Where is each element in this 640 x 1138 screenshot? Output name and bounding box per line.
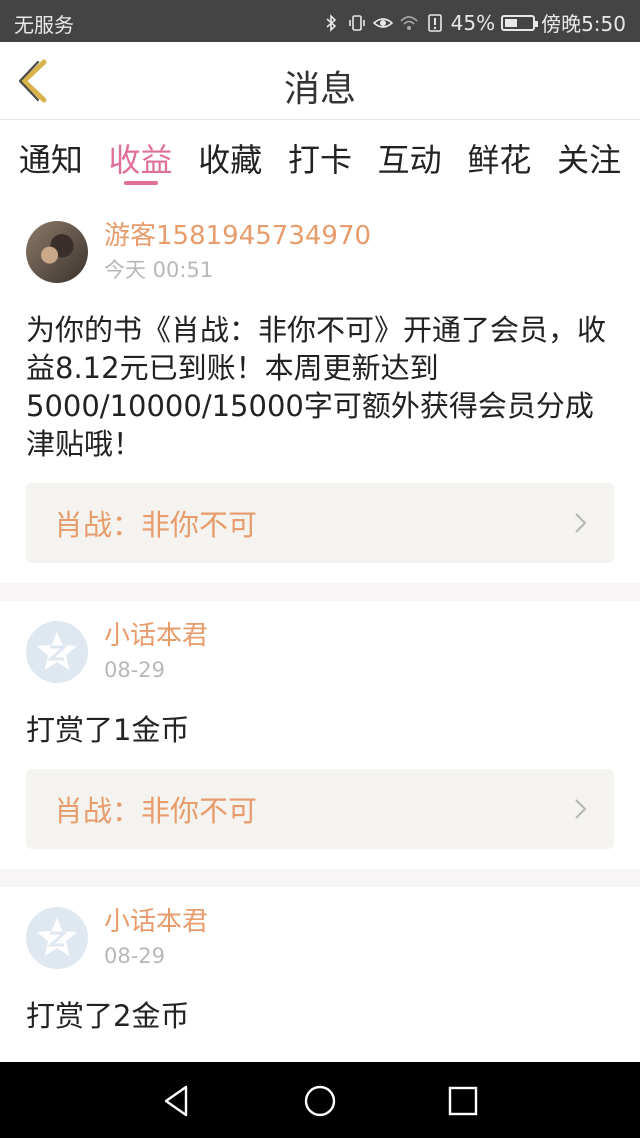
avatar[interactable] (26, 907, 88, 969)
list-item: 小话本君 08-29 打赏了1金币 肖战：非你不可 (0, 601, 640, 869)
tab-interactions[interactable]: 互动 (378, 121, 442, 201)
message-list: 游客1581945734970 今天 00:51 为你的书《肖战：非你不可》开通… (0, 201, 640, 1055)
message-content: 打赏了1金币 (26, 713, 190, 747)
nav-home-icon[interactable] (303, 1084, 337, 1118)
message-time: 今天 00:51 (104, 258, 214, 282)
divider (0, 869, 640, 887)
header-bar: 消息 (0, 42, 640, 120)
system-nav-bar (0, 1062, 640, 1138)
message-time: 08-29 (104, 658, 166, 682)
nav-back-icon[interactable] (160, 1084, 194, 1118)
page-title: 消息 (283, 69, 356, 110)
battery-icon (501, 14, 539, 31)
vibrate-icon (348, 14, 365, 31)
battery-percent: 45% (450, 10, 496, 35)
clock: 傍晚5:50 (541, 12, 626, 36)
book-link[interactable]: 肖战：非你不可 (26, 483, 614, 563)
avatar[interactable] (26, 221, 88, 283)
tab-bar: 通知 收益 收藏 打卡 互动 鲜花 关注 (0, 121, 640, 201)
tab-checkin[interactable]: 打卡 (288, 121, 352, 201)
tab-earnings[interactable]: 收益 (109, 121, 173, 201)
message-content: 打赏了2金币 (26, 999, 190, 1033)
battery-level (505, 18, 518, 27)
message-time: 08-29 (104, 944, 166, 968)
tab-flowers[interactable]: 鲜花 (467, 121, 531, 201)
sender-name[interactable]: 小话本君 (104, 619, 208, 653)
wifi-icon (400, 15, 418, 30)
carrier-label: 无服务 (14, 13, 74, 37)
default-avatar-icon (37, 632, 77, 670)
chevron-right-icon (575, 799, 587, 819)
tab-notifications[interactable]: 通知 (19, 121, 83, 201)
sender-name[interactable]: 游客1581945734970 (104, 219, 371, 253)
chevron-right-icon (575, 513, 587, 533)
message-content: 为你的书《肖战：非你不可》开通了会员，收益8.12元已到账！本周更新达到5000… (26, 313, 607, 461)
list-item: 小话本君 08-29 打赏了2金币 (0, 887, 640, 1055)
list-item: 游客1581945734970 今天 00:51 为你的书《肖战：非你不可》开通… (0, 201, 640, 583)
status-bar: 无服务 45% 傍晚5:50 (0, 0, 640, 42)
eye-icon (372, 17, 393, 28)
book-link[interactable]: 肖战：非你不可 (26, 769, 614, 849)
book-title: 肖战：非你不可 (54, 508, 258, 542)
book-title: 肖战：非你不可 (54, 794, 258, 828)
divider (0, 583, 640, 601)
tab-favorites[interactable]: 收藏 (198, 121, 262, 201)
sender-name[interactable]: 小话本君 (104, 905, 208, 939)
default-avatar-icon (37, 918, 77, 956)
tab-following[interactable]: 关注 (557, 121, 621, 201)
bluetooth-icon (326, 13, 336, 32)
avatar[interactable] (26, 621, 88, 683)
alert-icon (427, 13, 442, 32)
nav-recents-icon[interactable] (446, 1084, 480, 1118)
